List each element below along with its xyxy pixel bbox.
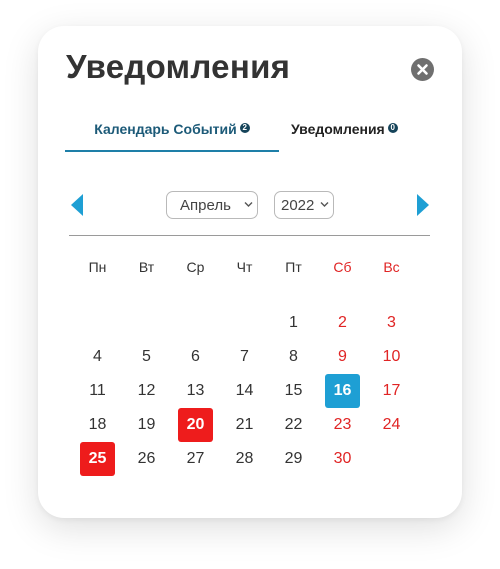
triangle-right-icon [417, 194, 429, 216]
calendar-day[interactable]: 12 [122, 374, 171, 408]
close-icon [417, 64, 428, 75]
calendar-day[interactable]: 28 [220, 442, 269, 476]
calendar-day-number: 20 [178, 408, 213, 442]
tab-event-calendar[interactable]: Календарь Событий 2 [65, 118, 279, 152]
calendar-day-number: 13 [186, 382, 205, 399]
dialog-title: Уведомления [66, 48, 291, 85]
weekday-label: Пн [88, 259, 107, 275]
month-select[interactable]: Апрель [166, 191, 258, 219]
calendar-day-number: 27 [186, 450, 205, 467]
calendar-day-number: 24 [382, 416, 401, 433]
calendar-day[interactable]: 6 [171, 340, 220, 374]
tab-badge: 0 [387, 123, 398, 133]
calendar-day[interactable]: 11 [73, 374, 122, 408]
calendar-day[interactable]: 20 [171, 408, 220, 442]
calendar-day[interactable]: 18 [73, 408, 122, 442]
calendar-day-number: 11 [89, 382, 106, 399]
calendar-day-number: 8 [289, 348, 298, 365]
calendar-day-number: 10 [382, 348, 401, 365]
calendar-day[interactable]: 4 [73, 340, 122, 374]
calendar-day-number: 16 [325, 374, 360, 408]
calendar-day[interactable]: 16 [318, 374, 367, 408]
weekday-label: Сб [333, 259, 352, 275]
weekday-label: Пт [285, 259, 302, 275]
calendar-day[interactable]: 10 [367, 340, 416, 374]
calendar-day[interactable]: 30 [318, 442, 367, 476]
calendar-day-number: 1 [289, 314, 298, 331]
weekday-label: Вт [138, 259, 155, 275]
calendar-day-number: 14 [235, 382, 254, 399]
calendar-divider [69, 235, 430, 236]
calendar-day[interactable]: 25 [73, 442, 122, 476]
calendar-day[interactable]: 15 [269, 374, 318, 408]
prev-month-button[interactable] [70, 193, 84, 217]
year-select-value: 2022 [281, 197, 315, 214]
calendar-day[interactable]: 9 [318, 340, 367, 374]
calendar-day[interactable]: 7 [220, 340, 269, 374]
calendar-day[interactable]: 3 [367, 306, 416, 340]
calendar-day[interactable]: 26 [122, 442, 171, 476]
tab-notifications[interactable]: Уведомления 0 [291, 118, 398, 150]
next-month-button[interactable] [416, 193, 430, 217]
calendar-day-number: 5 [142, 348, 151, 365]
month-select-value: Апрель [180, 197, 231, 214]
calendar-day-number: 28 [235, 450, 254, 467]
tab-bar: Календарь Событий 2 Уведомления 0 [65, 118, 435, 152]
calendar-day[interactable]: 24 [367, 408, 416, 442]
calendar-day-number: 30 [333, 450, 352, 467]
calendar-day[interactable]: 5 [122, 340, 171, 374]
tab-label: Календарь Событий [94, 121, 237, 137]
calendar-day-number: 23 [333, 416, 352, 433]
calendar-day[interactable]: 13 [171, 374, 220, 408]
calendar-day-number: 26 [137, 450, 156, 467]
calendar-day[interactable]: 2 [318, 306, 367, 340]
weekday-label: Чт [236, 259, 253, 275]
year-select[interactable]: 2022 [274, 191, 334, 219]
calendar-day[interactable]: 27 [171, 442, 220, 476]
calendar-day-number: 19 [137, 416, 156, 433]
calendar-day-number: 29 [284, 450, 303, 467]
calendar-day-number: 9 [338, 348, 347, 365]
calendar-day[interactable]: 19 [122, 408, 171, 442]
triangle-left-icon [71, 194, 83, 216]
calendar-day-number: 25 [80, 442, 115, 476]
calendar-day-number: 15 [284, 382, 303, 399]
calendar-day-number: 2 [338, 314, 347, 331]
calendar-day-number: 4 [93, 348, 102, 365]
calendar-day-number: 21 [235, 416, 254, 433]
tab-badge: 2 [239, 123, 250, 133]
calendar-day-number: 12 [137, 382, 156, 399]
calendar-day[interactable]: 23 [318, 408, 367, 442]
calendar-day[interactable]: 17 [367, 374, 416, 408]
calendar-day[interactable]: 14 [220, 374, 269, 408]
notifications-dialog: Уведомления Календарь Событий 2 Уведомлен… [38, 26, 462, 518]
calendar-day-number: 22 [284, 416, 303, 433]
tab-label: Уведомления [291, 121, 385, 137]
calendar-day[interactable]: 29 [269, 442, 318, 476]
calendar-day-number: 17 [382, 382, 401, 399]
calendar-day-number: 3 [387, 314, 396, 331]
chevron-down-icon [320, 202, 329, 207]
calendar-day[interactable]: 21 [220, 408, 269, 442]
calendar-day[interactable]: 8 [269, 340, 318, 374]
calendar-day-number: 18 [88, 416, 107, 433]
calendar-day[interactable]: 22 [269, 408, 318, 442]
calendar-day[interactable]: 1 [269, 306, 318, 340]
chevron-down-icon [244, 202, 253, 207]
calendar-day-number: 6 [191, 348, 200, 365]
weekday-label: Вс [383, 259, 400, 275]
weekday-label: Ср [186, 259, 205, 275]
close-button[interactable] [411, 58, 434, 81]
calendar-day-number: 7 [240, 348, 249, 365]
